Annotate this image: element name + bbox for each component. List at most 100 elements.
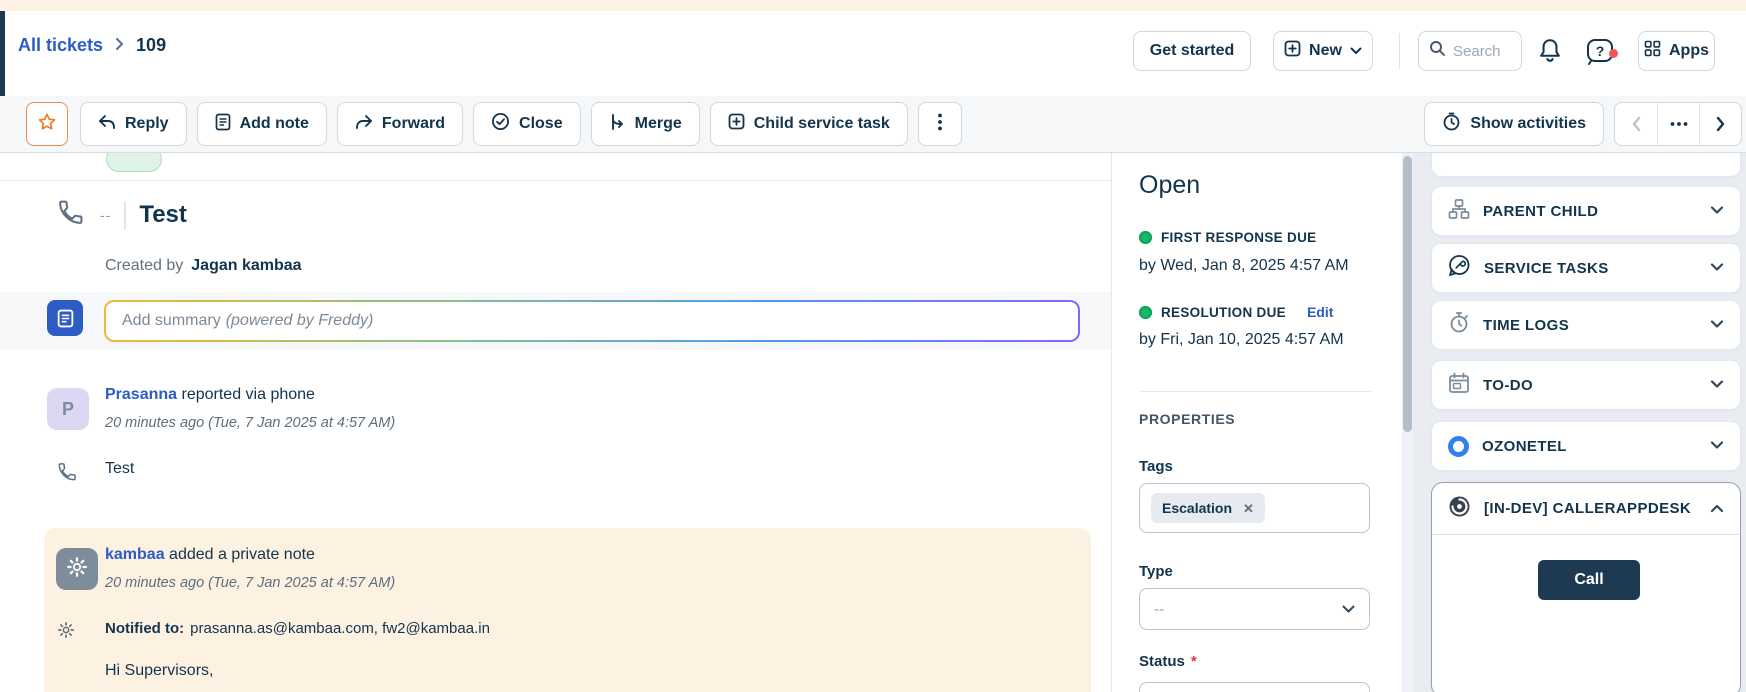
gear-icon	[66, 556, 88, 583]
chevron-up-icon	[1710, 500, 1724, 518]
ticket-title-row: -- Test	[57, 199, 187, 231]
title-divider	[124, 201, 126, 229]
remove-tag-icon[interactable]: ✕	[1243, 502, 1254, 515]
child-service-task-label: Child service task	[754, 115, 890, 133]
note-icon	[215, 113, 231, 136]
call-button[interactable]: Call	[1538, 560, 1640, 600]
sla-green-dot-icon	[1139, 306, 1152, 319]
tags-input[interactable]: Escalation ✕	[1139, 483, 1370, 533]
message-author-link[interactable]: Prasanna	[105, 386, 177, 403]
status-field-label: Status *	[1139, 653, 1197, 670]
forward-label: Forward	[382, 115, 445, 133]
notified-to-label: Notified to:	[105, 620, 184, 637]
more-actions-button[interactable]	[918, 102, 962, 146]
forward-button[interactable]: Forward	[337, 102, 463, 146]
first-response-due-row: FIRST RESPONSE DUE	[1139, 230, 1316, 245]
note-author-link[interactable]: kambaa	[105, 546, 165, 563]
plus-square-icon	[728, 113, 745, 135]
previous-ticket-button[interactable]	[1615, 103, 1657, 145]
service-task-bubble-icon	[1448, 254, 1471, 282]
kebab-menu-icon	[938, 113, 942, 136]
private-note: kambaa added a private note 20 minutes a…	[44, 528, 1091, 692]
close-ticket-button[interactable]: Close	[473, 102, 581, 146]
required-asterisk: *	[1191, 653, 1197, 670]
truncated-app-card	[1431, 153, 1741, 177]
service-tasks-card[interactable]: SERVICE TASKS	[1431, 243, 1741, 293]
todo-card[interactable]: TO-DO	[1431, 360, 1741, 410]
close-label: Close	[519, 115, 563, 133]
ticket-details-panel: Open FIRST RESPONSE DUE by Wed, Jan 8, 2…	[1113, 153, 1402, 692]
merge-button[interactable]: Merge	[591, 102, 700, 146]
time-logs-card[interactable]: TIME LOGS	[1431, 300, 1741, 350]
chevron-down-icon	[1710, 376, 1724, 394]
freddy-summary-icon	[47, 300, 83, 336]
summary-placeholder-freddy: (powered by Freddy)	[226, 312, 374, 330]
tag-chip: Escalation ✕	[1151, 493, 1265, 523]
details-scrollbar-thumb[interactable]	[1403, 156, 1412, 432]
global-search[interactable]	[1418, 31, 1522, 71]
child-service-task-button[interactable]: Child service task	[710, 102, 908, 146]
type-field-label: Type	[1139, 563, 1173, 580]
status-field-label-text: Status	[1139, 653, 1185, 670]
sla-green-dot-icon	[1139, 231, 1152, 244]
reply-label: Reply	[125, 115, 169, 133]
help-notification-dot	[1609, 49, 1618, 58]
truncated-tag-pill	[106, 153, 162, 172]
star-ticket-button[interactable]	[26, 102, 68, 146]
summary-input[interactable]: Add summary (powered by Freddy)	[104, 300, 1080, 342]
message-timestamp: 20 minutes ago (Tue, 7 Jan 2025 at 4:57 …	[105, 415, 395, 431]
merge-icon	[609, 113, 626, 136]
plus-square-icon	[1284, 40, 1301, 62]
apps-sidebar: PARENT CHILD SERVICE TASKS TIME LOGS	[1413, 153, 1746, 692]
details-scrollbar-track[interactable]	[1402, 153, 1413, 692]
next-ticket-button[interactable]	[1699, 103, 1741, 145]
help-icon[interactable]: ?	[1585, 53, 1615, 70]
callerappdesk-swirl-icon	[1448, 495, 1471, 523]
ticket-list-menu-button[interactable]	[1657, 103, 1699, 145]
type-dropdown-value: --	[1154, 601, 1164, 618]
get-started-label: Get started	[1150, 42, 1234, 60]
chevron-down-icon	[1710, 202, 1724, 220]
parent-child-card[interactable]: PARENT CHILD	[1431, 186, 1741, 236]
show-activities-button[interactable]: Show activities	[1424, 102, 1604, 146]
calendar-check-icon	[1448, 372, 1470, 399]
new-button[interactable]: New	[1273, 31, 1373, 71]
ticket-status-heading: Open	[1139, 171, 1200, 200]
status-dropdown[interactable]	[1139, 682, 1370, 692]
ticket-subject: Test	[139, 201, 187, 229]
breadcrumb-chevron-icon	[114, 35, 125, 56]
summary-placeholder: Add summary	[122, 312, 221, 330]
apps-label: Apps	[1669, 42, 1709, 60]
ticket-pagination-group	[1614, 102, 1742, 146]
add-note-label: Add note	[240, 115, 309, 133]
chevron-down-icon	[1710, 316, 1724, 334]
breadcrumb-ticket-id: 109	[136, 35, 166, 56]
get-started-button[interactable]: Get started	[1133, 31, 1251, 71]
created-by-row: Created byJagan kambaa	[105, 257, 302, 275]
edit-resolution-link[interactable]: Edit	[1307, 304, 1333, 320]
chevron-down-icon	[1350, 42, 1362, 60]
ozonetel-label: OZONETEL	[1482, 438, 1567, 455]
add-note-button[interactable]: Add note	[197, 102, 327, 146]
callerappdesk-card: [IN-DEV] CALLERAPPDESK Call	[1431, 482, 1741, 692]
avatar[interactable]: P	[47, 388, 89, 430]
note-timestamp: 20 minutes ago (Tue, 7 Jan 2025 at 4:57 …	[105, 575, 395, 591]
notified-to-row: Notified to:prasanna.as@kambaa.com, fw2@…	[105, 620, 490, 637]
created-by-name: Jagan kambaa	[191, 257, 301, 274]
search-input[interactable]	[1453, 43, 1513, 60]
note-action: added a private note	[169, 546, 315, 563]
callerappdesk-header[interactable]: [IN-DEV] CALLERAPPDESK	[1432, 483, 1740, 535]
apps-button[interactable]: Apps	[1638, 31, 1715, 71]
new-label: New	[1309, 42, 1342, 60]
breadcrumb: All tickets 109	[18, 35, 166, 56]
ozonetel-card[interactable]: OZONETEL	[1431, 421, 1741, 471]
type-dropdown[interactable]: --	[1139, 588, 1370, 630]
reply-button[interactable]: Reply	[80, 102, 187, 146]
show-activities-label: Show activities	[1470, 115, 1586, 133]
sitemap-icon	[1448, 198, 1470, 225]
top-accent-strip	[0, 0, 1746, 11]
details-divider	[1139, 391, 1372, 392]
phone-source-icon	[57, 199, 84, 231]
breadcrumb-all-tickets-link[interactable]: All tickets	[18, 35, 103, 56]
notifications-bell-icon[interactable]	[1537, 37, 1563, 70]
